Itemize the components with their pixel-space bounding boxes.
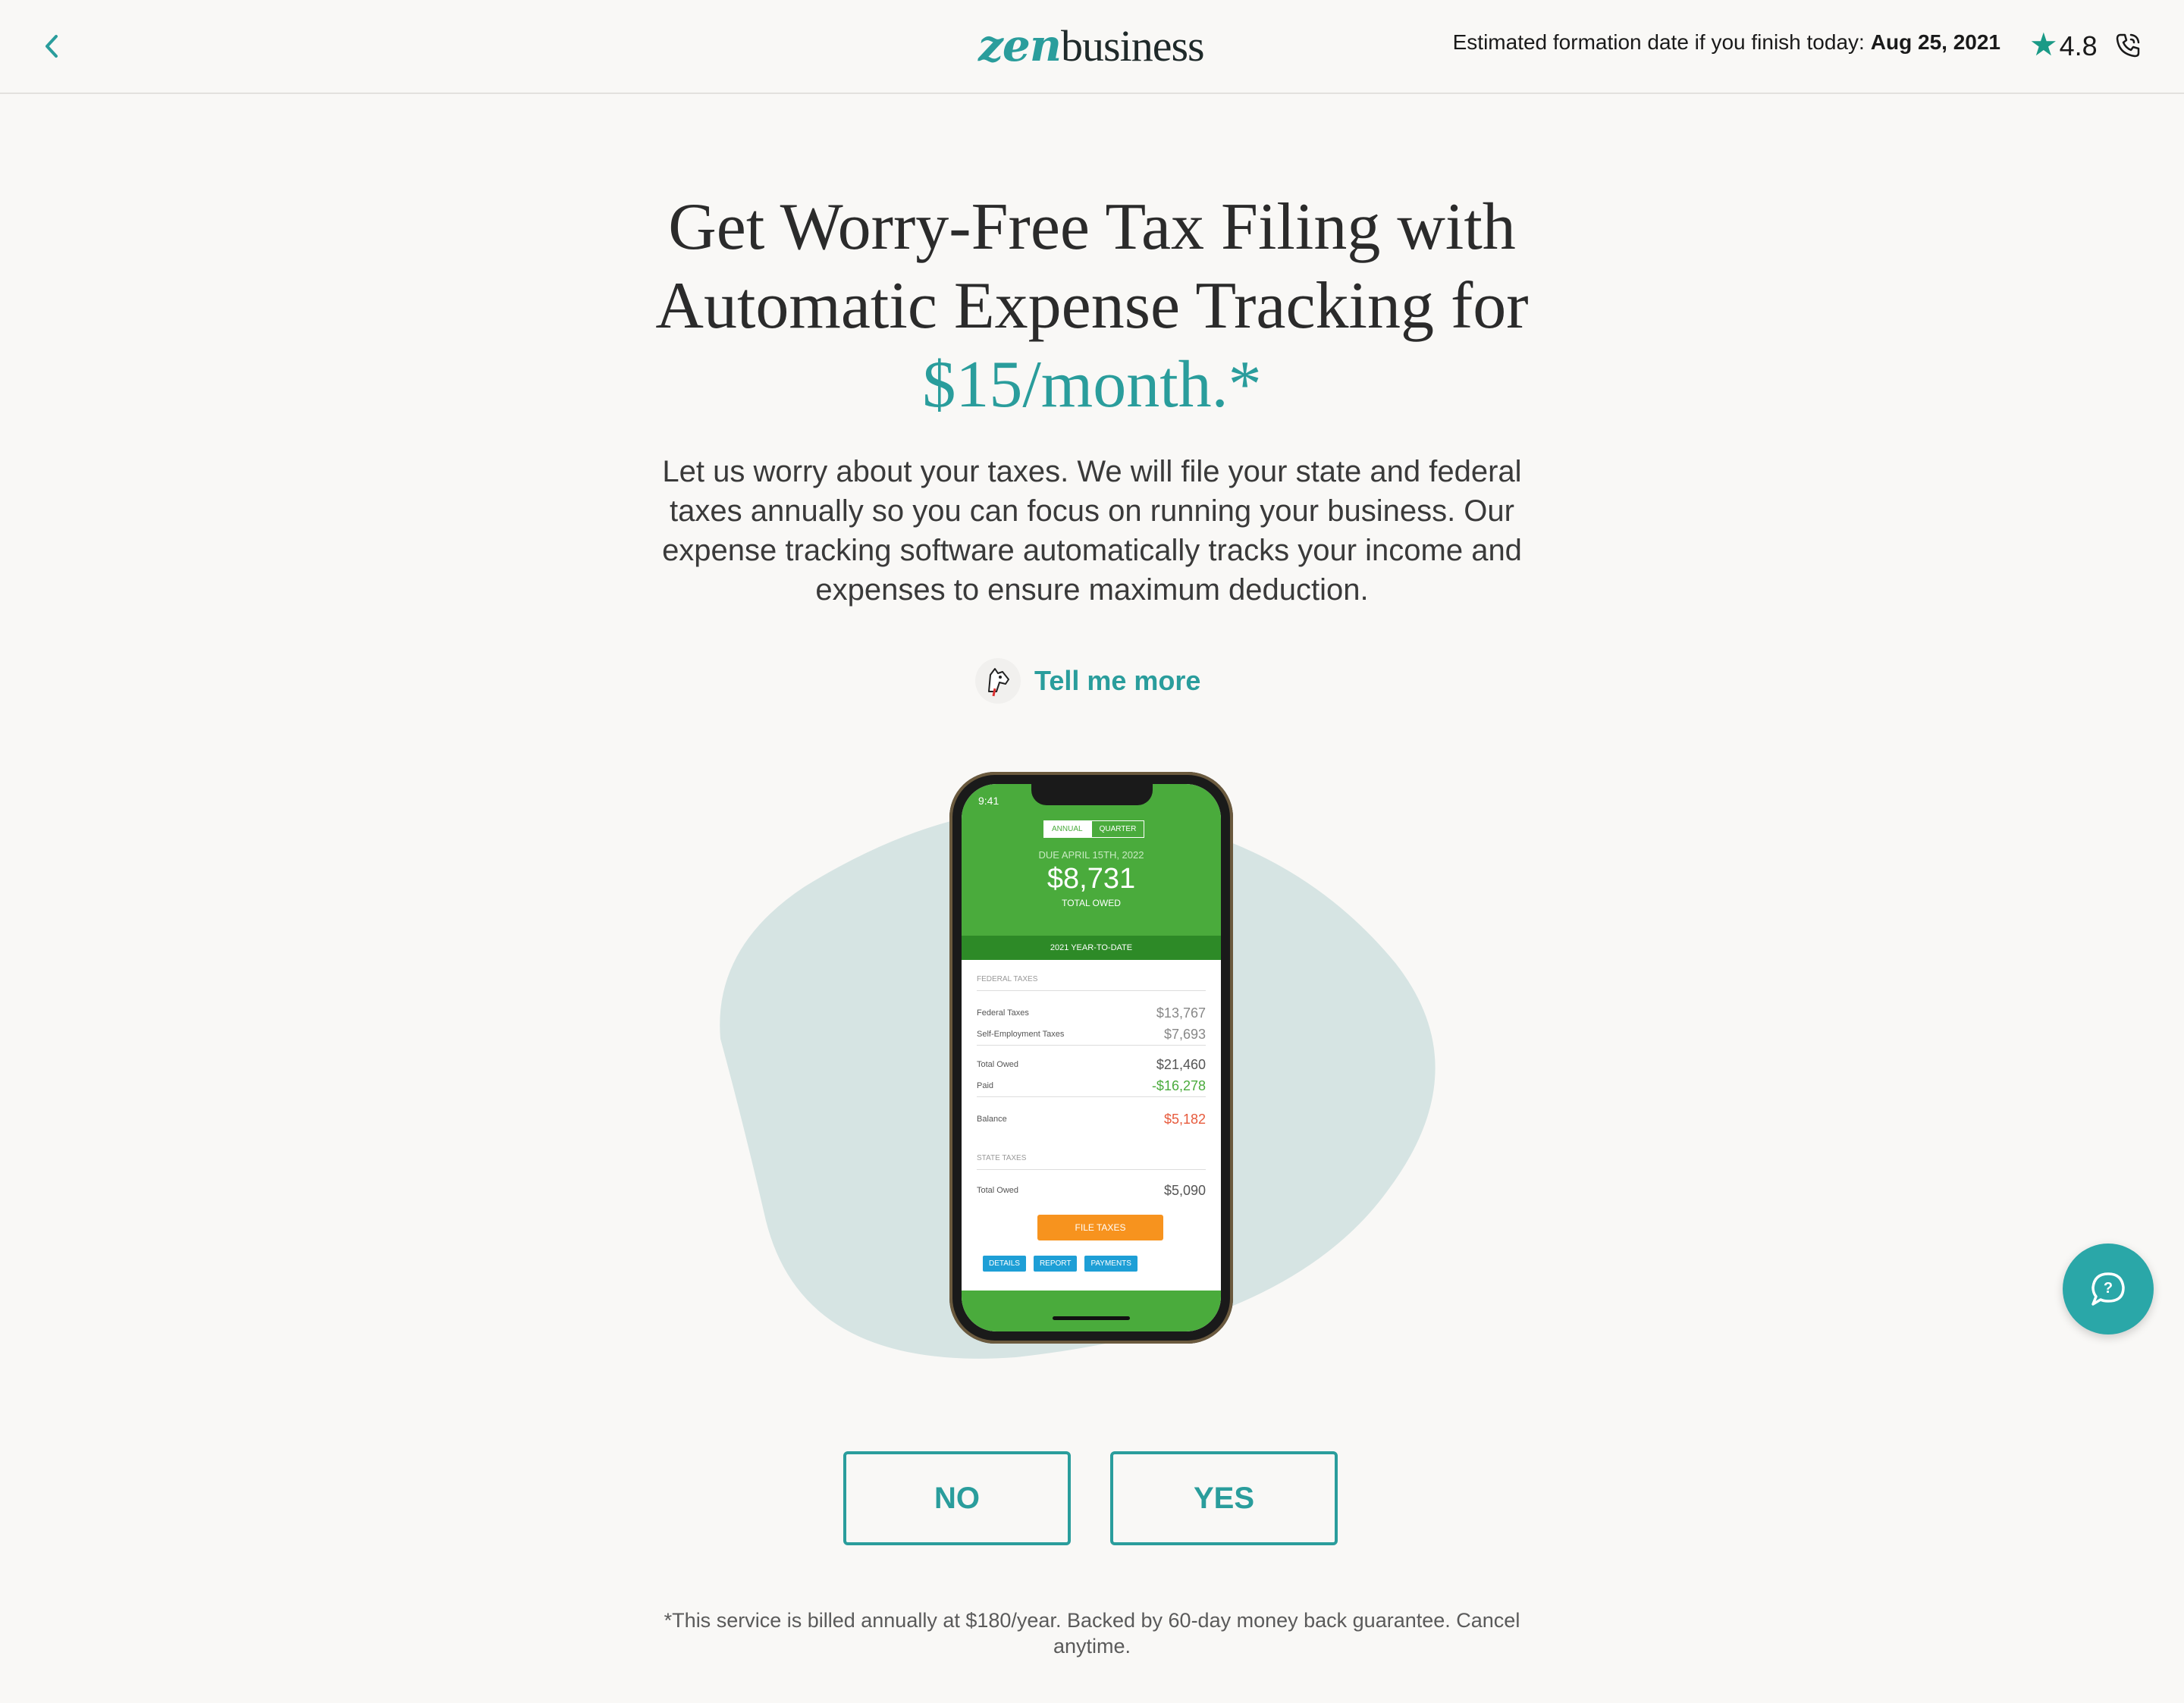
app-row-value: $5,182 bbox=[1163, 1112, 1206, 1127]
app-federal-section: FEDERAL TAXES bbox=[977, 975, 1038, 983]
app-row-self-employment: Self-Employment Taxes $7,693 bbox=[977, 1027, 1206, 1042]
app-time: 9:41 bbox=[978, 795, 999, 807]
phone-notch bbox=[1031, 784, 1153, 805]
app-ytd-selector: 2021 YEAR-TO-DATE bbox=[962, 936, 1221, 960]
rating-badge: ★4.8 bbox=[2029, 26, 2098, 63]
app-tabs: ANNUAL QUARTER bbox=[1043, 820, 1145, 838]
app-due-date: DUE APRIL 15TH, 2022 bbox=[1038, 849, 1144, 861]
phone-screen: 9:41 ANNUAL QUARTER DUE APRIL 15TH, 2022… bbox=[962, 784, 1221, 1331]
app-bottom-nav bbox=[962, 1291, 1221, 1331]
star-icon: ★ bbox=[2029, 27, 2058, 62]
zenbusiness-logo[interactable]: zenbusiness bbox=[978, 20, 1205, 73]
formation-estimate-date: Aug 25, 2021 bbox=[1870, 30, 2000, 54]
app-row-federal: Federal Taxes $13,767 bbox=[977, 1005, 1206, 1021]
app-row-value: $13,767 bbox=[1156, 1005, 1206, 1021]
formation-estimate-label: Estimated formation date if you finish t… bbox=[1452, 30, 1865, 54]
yes-button[interactable]: YES bbox=[1110, 1451, 1338, 1545]
logo-zen-text: zen bbox=[978, 20, 1062, 71]
app-total-amount: $8,731 bbox=[1046, 863, 1136, 895]
help-chat-icon: ? bbox=[2091, 1272, 2125, 1306]
phone-mockup: 9:41 ANNUAL QUARTER DUE APRIL 15TH, 2022… bbox=[949, 772, 1233, 1344]
app-tab-annual: ANNUAL bbox=[1043, 820, 1091, 838]
page-description: Let us worry about your taxes. We will f… bbox=[662, 455, 1522, 607]
phone-icon[interactable] bbox=[2113, 30, 2143, 61]
app-details-button: DETAILS bbox=[983, 1256, 1026, 1272]
title-line-2: Automatic Expense Tracking for bbox=[655, 269, 1529, 343]
app-row-value: $7,693 bbox=[1163, 1027, 1206, 1042]
app-total-label: TOTAL OWED bbox=[1062, 898, 1121, 908]
divider bbox=[977, 990, 1206, 991]
top-bar: zenbusiness Estimated formation date if … bbox=[0, 0, 2184, 94]
formation-estimate: Estimated formation date if you finish t… bbox=[1453, 30, 2000, 55]
tell-me-more-link[interactable]: Tell me more bbox=[975, 658, 1200, 704]
app-action-buttons: DETAILS REPORT PAYMENTS bbox=[983, 1256, 1138, 1272]
app-row-balance: Balance $5,182 bbox=[977, 1112, 1206, 1127]
app-tab-quarter: QUARTER bbox=[1090, 820, 1145, 838]
app-row-label: Self-Employment Taxes bbox=[977, 1030, 1065, 1039]
dog-mascot-icon bbox=[975, 658, 1021, 704]
app-row-label: Total Owed bbox=[977, 1186, 1019, 1195]
billing-footnote: *This service is billed annually at $180… bbox=[664, 1609, 1520, 1658]
help-chat-button[interactable]: ? bbox=[2063, 1244, 2154, 1334]
no-button[interactable]: NO bbox=[843, 1451, 1071, 1545]
app-row-label: Paid bbox=[977, 1081, 994, 1090]
divider bbox=[977, 1169, 1206, 1170]
page-title: Get Worry-Free Tax Filing with Automatic… bbox=[561, 188, 1623, 425]
app-row-value: -$16,278 bbox=[1151, 1078, 1206, 1093]
app-payments-button: PAYMENTS bbox=[1084, 1256, 1138, 1272]
tell-me-more-label: Tell me more bbox=[1034, 665, 1201, 696]
app-row-label: Federal Taxes bbox=[977, 1008, 1029, 1018]
app-state-section: STATE TAXES bbox=[977, 1154, 1027, 1162]
app-row-value: $21,460 bbox=[1156, 1057, 1206, 1072]
app-row-state-total: Total Owed $5,090 bbox=[977, 1183, 1206, 1198]
app-home-indicator bbox=[1053, 1316, 1130, 1320]
chevron-left-icon[interactable] bbox=[33, 27, 71, 65]
app-row-value: $5,090 bbox=[1163, 1183, 1206, 1198]
app-row-paid: Paid -$16,278 bbox=[977, 1078, 1206, 1093]
title-price: $15/month.* bbox=[922, 348, 1262, 422]
app-report-button: REPORT bbox=[1033, 1256, 1078, 1272]
divider bbox=[977, 1096, 1206, 1097]
title-line-1: Get Worry-Free Tax Filing with bbox=[668, 190, 1516, 264]
divider bbox=[977, 1045, 1206, 1046]
app-row-total-owed: Total Owed $21,460 bbox=[977, 1057, 1206, 1072]
logo-business-text: business bbox=[1061, 21, 1205, 71]
rating-value: 4.8 bbox=[2059, 30, 2098, 61]
app-row-label: Total Owed bbox=[977, 1060, 1019, 1069]
svg-text:?: ? bbox=[2104, 1280, 2113, 1297]
app-file-taxes-button: FILE TAXES bbox=[1037, 1215, 1163, 1240]
app-row-label: Balance bbox=[977, 1115, 1007, 1124]
